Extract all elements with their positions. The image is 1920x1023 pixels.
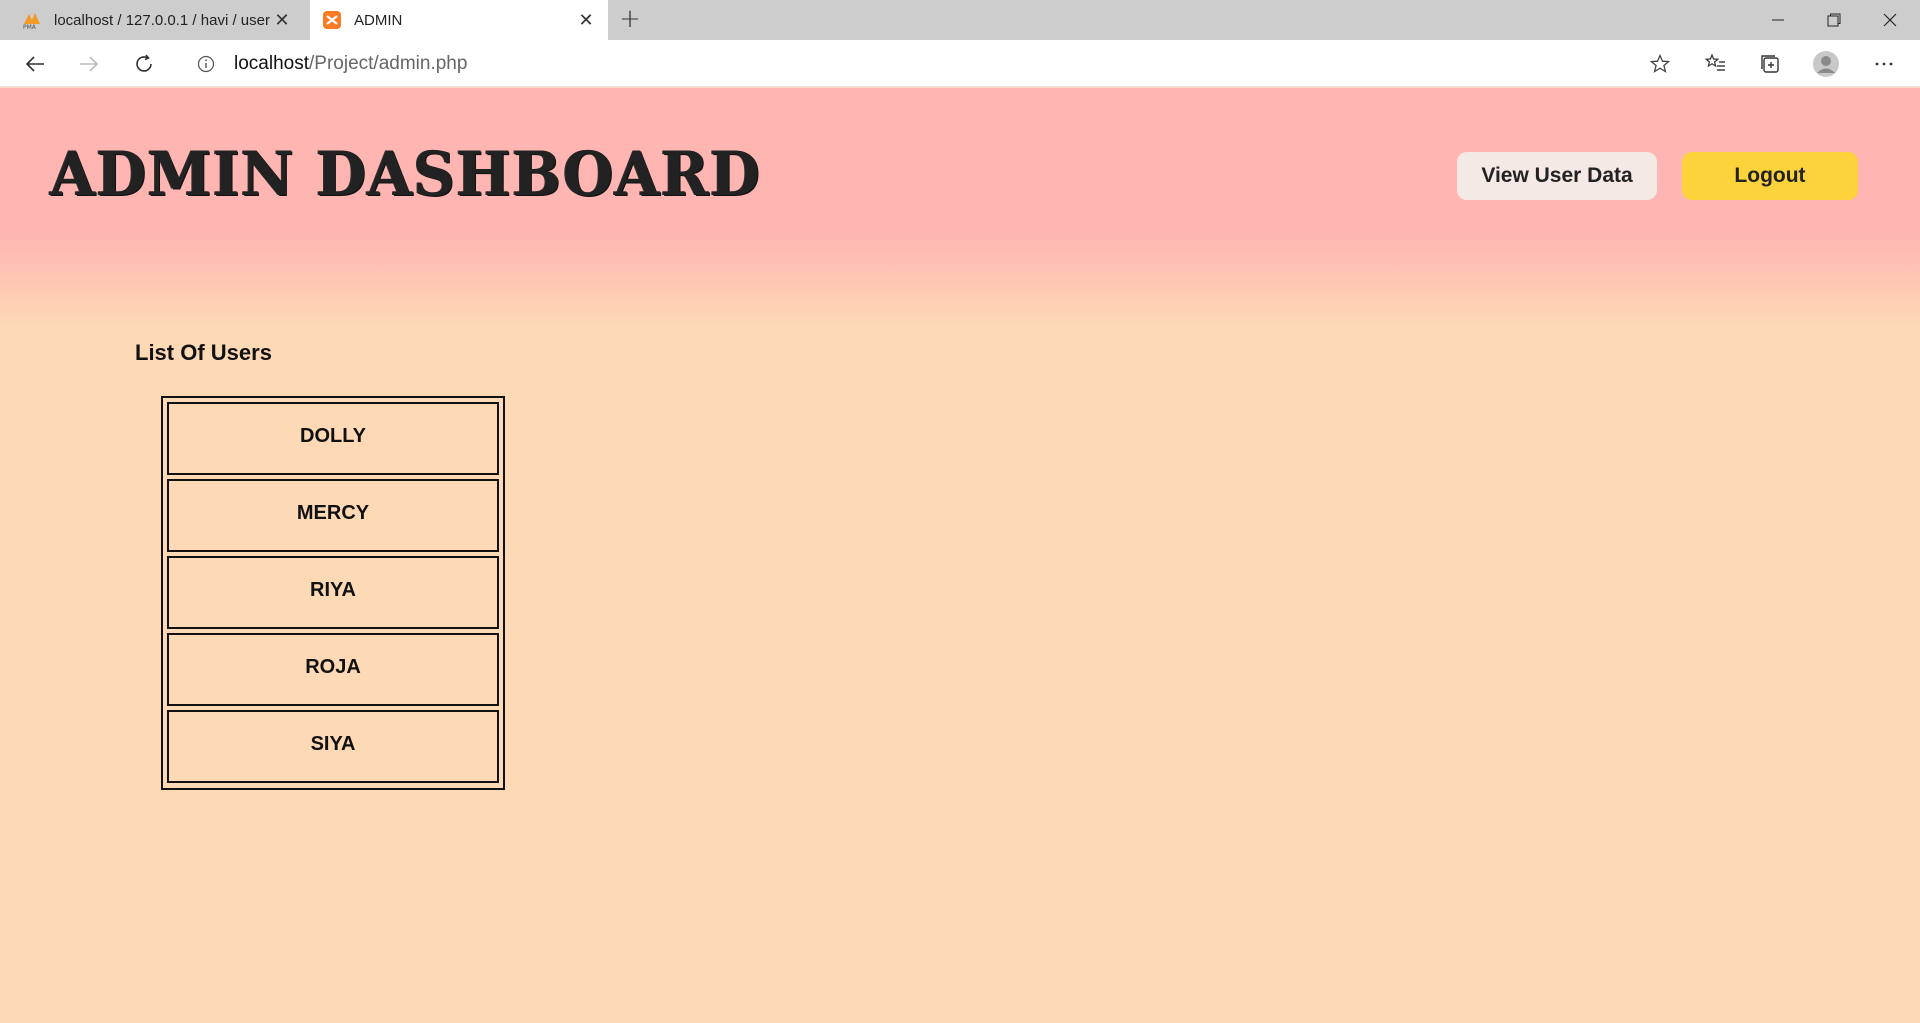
refresh-button[interactable] [126,46,162,82]
page-content: ADMIN DASHBOARD View User Data Logout Li… [0,88,1920,1023]
users-section-title: List Of Users [135,340,272,365]
close-icon [1883,13,1897,27]
tab-title: ADMIN [354,11,403,29]
svg-text:PMA: PMA [23,24,37,30]
avatar-icon [1813,51,1839,77]
minimize-button[interactable] [1750,0,1806,40]
restore-button[interactable] [1806,0,1862,40]
collections-button[interactable] [1752,46,1788,82]
tab-title: localhost / 127.0.0.1 / havi / user [54,11,270,29]
refresh-icon [136,54,152,72]
user-row: DOLLY [167,402,499,475]
favorites-button[interactable] [1697,46,1733,82]
tab-admin[interactable]: ADMIN ✕ [310,0,608,40]
info-icon[interactable] [196,54,216,74]
close-icon[interactable]: ✕ [576,10,596,30]
minimize-icon [1772,19,1784,21]
phpmyadmin-icon: PMA [22,10,42,30]
new-tab-button[interactable]: + [614,4,646,36]
more-menu-button[interactable] [1866,46,1902,82]
xampp-icon [322,10,342,30]
user-row: SIYA [167,710,499,783]
tab-strip: PMA localhost / 127.0.0.1 / havi / user … [0,0,1920,40]
arrow-right-icon [80,56,99,72]
view-user-data-button[interactable]: View User Data [1457,152,1657,200]
user-row: MERCY [167,479,499,552]
more-dots-icon [1875,62,1893,66]
profile-button[interactable] [1808,46,1844,82]
favorite-star-icon[interactable] [1640,45,1680,82]
user-row: ROJA [167,633,499,706]
page-title: ADMIN DASHBOARD [50,138,761,210]
collections-icon [1761,55,1779,73]
address-bar: localhost/Project/admin.php [0,40,1920,87]
restore-icon [1827,13,1841,27]
url-input[interactable]: localhost/Project/admin.php [180,45,1680,82]
forward-button[interactable] [71,46,107,82]
user-row: RIYA [167,556,499,629]
window-close-button[interactable] [1862,0,1918,40]
close-icon[interactable]: ✕ [272,10,292,30]
users-table: DOLLY MERCY RIYA ROJA SIYA [161,396,505,790]
back-button[interactable] [17,46,53,82]
tab-phpmyadmin[interactable]: PMA localhost / 127.0.0.1 / havi / user … [0,0,304,40]
url-text: localhost/Project/admin.php [234,52,468,74]
dashboard-header: ADMIN DASHBOARD View User Data Logout [0,88,1920,328]
favorites-list-icon [1704,53,1725,71]
arrow-left-icon [25,56,44,72]
logout-button[interactable]: Logout [1682,152,1858,200]
